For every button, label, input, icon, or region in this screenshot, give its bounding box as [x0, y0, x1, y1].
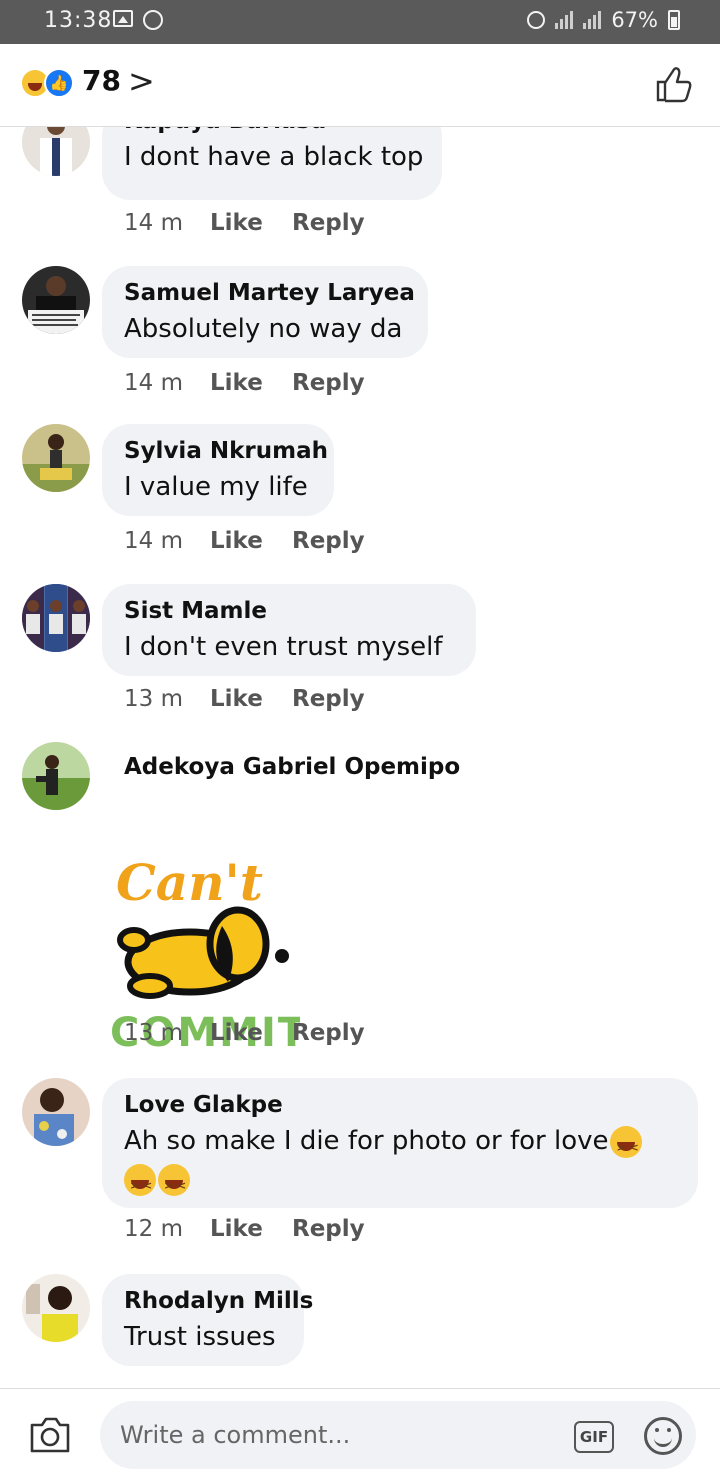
comment-bubble[interactable]: Sist Mamle I don't even trust myself: [102, 584, 476, 676]
chevron-right-icon[interactable]: >: [128, 62, 155, 100]
comment-time: 14 m: [124, 528, 183, 554]
status-time: 13:38: [44, 8, 113, 33]
like-button[interactable]: Like: [210, 210, 292, 236]
comment-actions: 13 m Like Reply: [124, 1020, 365, 1046]
reply-button[interactable]: Reply: [292, 528, 365, 554]
reply-button[interactable]: Reply: [292, 1020, 365, 1046]
status-right-icons: 67%: [527, 8, 680, 32]
comment-actions: 14 m Like Reply: [124, 528, 365, 554]
comment-time: 12 m: [124, 1216, 183, 1242]
comment-text: Trust issues: [124, 1322, 276, 1352]
avatar[interactable]: [22, 1078, 90, 1146]
laughing-emoji-icon: [610, 1125, 643, 1167]
comment-text-line: Ah so make I die for photo or for love: [124, 1122, 676, 1167]
comment-bubble[interactable]: Sylvia Nkrumah I value my life: [102, 424, 334, 516]
status-left-icons: [113, 10, 163, 30]
gif-icon[interactable]: GIF: [574, 1421, 614, 1453]
comment-time: 14 m: [124, 370, 183, 396]
like-reaction-icon: 👍: [44, 68, 74, 98]
comment-text: I value my life: [124, 472, 308, 502]
avatar[interactable]: [22, 584, 90, 652]
like-button[interactable]: Like: [210, 1216, 292, 1242]
reactions-header: 👍 78 >: [0, 44, 720, 127]
comment-bubble[interactable]: Rhodalyn Mills Trust issues: [102, 1274, 313, 1366]
reply-button[interactable]: Reply: [292, 370, 365, 396]
comment-bubble[interactable]: Love Glakpe Ah so make I die for photo o…: [102, 1078, 698, 1208]
alarm-icon: [527, 11, 546, 29]
sticker-top-text: Can't: [116, 853, 263, 912]
laughing-emoji-icon: [158, 1163, 190, 1205]
comment-author[interactable]: Love Glakpe: [124, 1088, 676, 1122]
comment-author[interactable]: Adekoya Gabriel Opemipo: [124, 750, 460, 784]
comment-time: 14 m: [124, 210, 183, 236]
comment-text: Absolutely no way da: [124, 314, 403, 344]
comment-composer: Write a comment... GIF: [0, 1388, 720, 1481]
comment-text: I don't even trust myself: [124, 632, 443, 662]
comment-time: 13 m: [124, 686, 183, 712]
comment-bubble[interactable]: Samuel Martey Laryea Absolutely no way d…: [102, 266, 428, 358]
reply-button[interactable]: Reply: [292, 210, 365, 236]
comment-author[interactable]: Samuel Martey Laryea: [124, 276, 415, 310]
battery-icon: [668, 10, 680, 30]
comment-author[interactable]: Sylvia Nkrumah: [124, 434, 328, 468]
laughing-emoji-icon: [124, 1163, 156, 1205]
like-button[interactable]: Like: [210, 528, 292, 554]
comment-actions: 13 m Like Reply: [124, 686, 365, 712]
comment-actions: 14 m Like Reply: [124, 370, 365, 396]
signal-icon: [555, 11, 574, 29]
avatar[interactable]: [22, 742, 90, 810]
comment-author[interactable]: Sist Mamle: [124, 594, 454, 628]
comment-text: Ah so make I die for photo or for love: [124, 1126, 609, 1156]
reply-button[interactable]: Reply: [292, 1216, 365, 1242]
comment-emoji-line: [124, 1160, 676, 1205]
comment-time: 13 m: [124, 1020, 183, 1046]
comment-author[interactable]: Rhodalyn Mills: [124, 1284, 313, 1318]
status-bar: 13:38 67%: [0, 0, 720, 44]
chat-icon: [143, 10, 163, 30]
comment-actions: 12 m Like Reply: [124, 1216, 365, 1242]
like-button[interactable]: Like: [210, 370, 292, 396]
battery-percent: 67%: [611, 8, 658, 32]
reaction-count[interactable]: 78: [82, 64, 121, 97]
gallery-icon: [113, 10, 133, 27]
like-button[interactable]: Like: [210, 1020, 292, 1046]
avatar[interactable]: [22, 266, 90, 334]
avatar[interactable]: [22, 424, 90, 492]
comment-text: I dont have a black top: [124, 142, 424, 172]
comment-actions: 14 m Like Reply: [124, 210, 365, 236]
avatar[interactable]: [22, 1274, 90, 1342]
emoji-picker-icon[interactable]: [644, 1417, 682, 1455]
like-button[interactable]: Like: [210, 686, 292, 712]
camera-icon[interactable]: [28, 1415, 72, 1455]
reply-button[interactable]: Reply: [292, 686, 365, 712]
reaction-icons[interactable]: 👍: [20, 68, 76, 100]
signal-icon-2: [583, 11, 602, 29]
comments-sheet: 👍 78 > Kapuya Barkisu I dont have a blac…: [0, 44, 720, 1480]
thumbs-up-icon[interactable]: [654, 64, 694, 104]
